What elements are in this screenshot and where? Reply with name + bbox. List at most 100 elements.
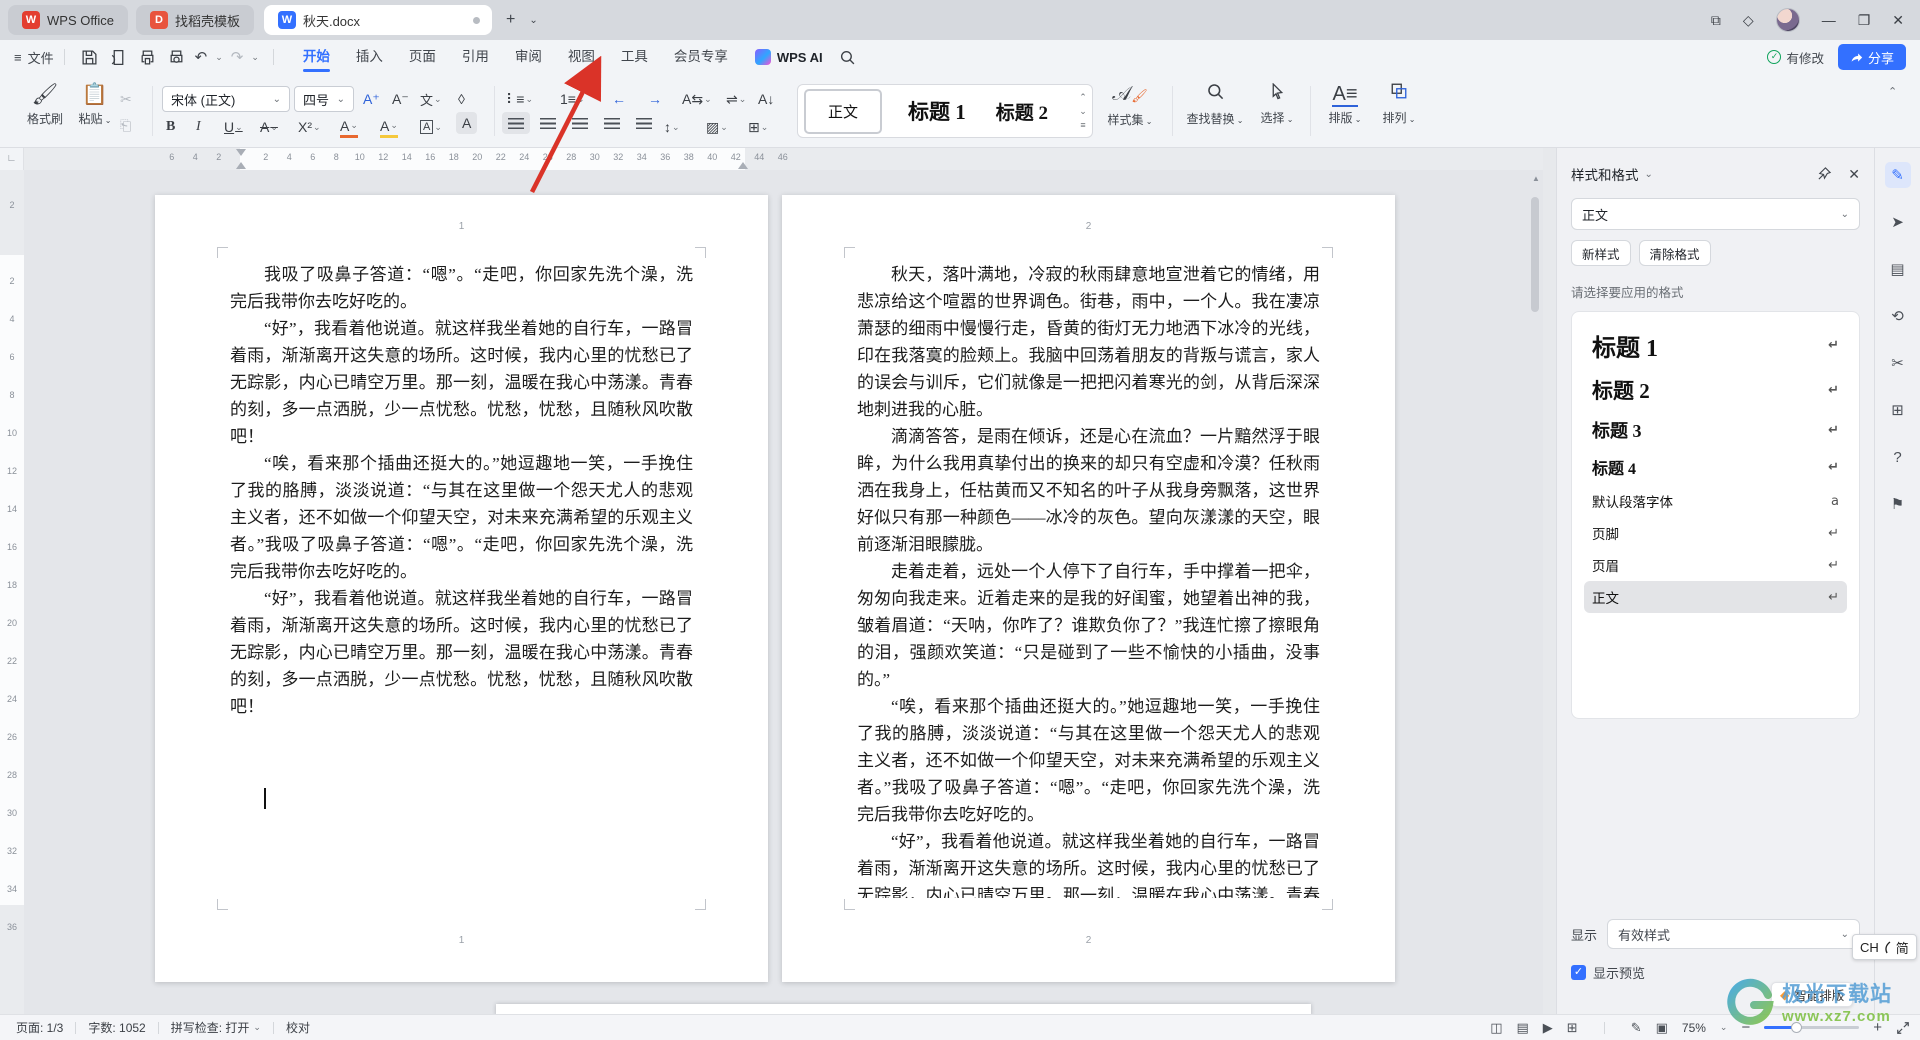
font-color-button[interactable]: A ⌄ xyxy=(340,116,358,138)
style-item-heading1[interactable]: 标题 1 ↵ xyxy=(1584,322,1847,369)
char-border-button[interactable]: A ⌄ xyxy=(420,116,442,138)
panel-title-chevron-icon[interactable]: ⌄ xyxy=(1645,169,1653,180)
file-menu[interactable]: ≡ 文件 xyxy=(14,48,54,67)
style-chip-body[interactable]: 正文 xyxy=(804,88,883,134)
new-tab-button[interactable]: + xyxy=(506,11,515,29)
tab-review[interactable]: 审阅 xyxy=(502,40,555,74)
gallery-more-icon[interactable]: ≡ xyxy=(1080,120,1085,130)
zoom-value[interactable]: 75% xyxy=(1682,1021,1706,1035)
cjk-layout-button[interactable]: ⇌ ⌄ xyxy=(726,88,746,110)
tab-references[interactable]: 引用 xyxy=(449,40,502,74)
justify-button[interactable] xyxy=(598,112,626,134)
selection-pane-icon[interactable]: ➤ xyxy=(1885,209,1911,235)
integration-cube-icon[interactable]: ◇ xyxy=(1743,12,1754,29)
right-indent-marker[interactable] xyxy=(738,162,748,169)
current-style-select[interactable]: 正文 ⌄ xyxy=(1571,198,1860,230)
gallery-down-icon[interactable]: ⌄ xyxy=(1079,106,1087,117)
tab-document-qiutian[interactable]: W 秋天.docx xyxy=(263,5,492,35)
word-count[interactable]: 字数: 1052 xyxy=(88,1019,145,1036)
tab-wps-office[interactable]: W WPS Office xyxy=(8,5,128,35)
italic-button[interactable]: I xyxy=(196,116,201,138)
tab-page[interactable]: 页面 xyxy=(396,40,449,74)
modified-status[interactable]: ✓ 有修改 xyxy=(1767,48,1824,67)
page-indicator[interactable]: 页面: 1/3 xyxy=(16,1019,63,1036)
highlight-color-button[interactable]: A ⌄ xyxy=(380,116,398,138)
font-family-select[interactable]: 宋体 (正文) ⌄ xyxy=(162,86,290,112)
eye-protect-view-icon[interactable]: ◫ xyxy=(1490,1020,1502,1036)
tab-list-chevron-icon[interactable]: ⌄ xyxy=(529,15,537,26)
tab-view[interactable]: 视图 xyxy=(555,40,608,74)
numbered-list-button[interactable]: 1≡ ⌄ xyxy=(560,88,585,110)
style-chip-heading2[interactable]: 标题 2 xyxy=(996,98,1048,125)
fullscreen-icon[interactable] xyxy=(1896,1021,1910,1035)
workspace-icon[interactable]: ⧉ xyxy=(1711,12,1721,29)
bold-button[interactable]: B xyxy=(166,116,175,138)
web-view-icon[interactable]: ⊞ xyxy=(1567,1020,1578,1036)
clear-format-button[interactable]: ◊ xyxy=(458,88,465,110)
tab-insert[interactable]: 插入 xyxy=(343,40,396,74)
styles-panel-toggle-icon[interactable]: ✎ xyxy=(1884,162,1911,188)
zoom-in-button[interactable]: + xyxy=(1873,1019,1882,1036)
superscript-button[interactable]: X² ⌄ xyxy=(298,116,321,138)
style-item-default-font[interactable]: 默认段落字体 a xyxy=(1584,485,1847,517)
phonetic-guide-button[interactable]: 文 ⌄ xyxy=(420,88,442,110)
search-icon[interactable] xyxy=(839,49,856,66)
vertical-ruler[interactable]: 2 2 4 6 8 10 12 14 16 18 20 22 24 26 28 30 32 34 36 xyxy=(0,170,24,1014)
bullet-list-button[interactable]: ⠇≡ ⌄ xyxy=(506,88,533,110)
gallery-up-icon[interactable]: ⌃ xyxy=(1079,92,1087,103)
select-button[interactable]: 选择 ⌄ xyxy=(1252,82,1302,126)
style-item-body-selected[interactable]: 正文 ↵ xyxy=(1584,581,1847,613)
new-style-button[interactable]: 新样式 xyxy=(1571,240,1631,266)
print-preview-icon[interactable] xyxy=(168,49,185,66)
history-icon[interactable]: ⟲ xyxy=(1885,303,1911,329)
feedback-icon[interactable]: ⚑ xyxy=(1885,491,1911,517)
tab-home[interactable]: 开始 xyxy=(290,40,343,74)
scrollbar-thumb[interactable] xyxy=(1531,197,1539,312)
style-chip-heading1[interactable]: 标题 1 xyxy=(908,96,966,126)
paste-special-button[interactable]: ⎗ xyxy=(120,114,131,136)
align-right-button[interactable] xyxy=(566,112,594,134)
presentation-view-icon[interactable]: ▶ xyxy=(1543,1020,1553,1036)
increase-indent-button[interactable]: → xyxy=(648,88,662,110)
style-set-button[interactable]: 𝒜🖌 样式集 ⌄ xyxy=(1102,82,1158,128)
increase-font-button[interactable]: A⁺ xyxy=(363,88,380,110)
style-item-header[interactable]: 页眉 ↵ xyxy=(1584,549,1847,581)
page-view-icon[interactable]: ▤ xyxy=(1516,1020,1528,1036)
decrease-font-button[interactable]: A⁻ xyxy=(392,88,409,110)
line-spacing-button[interactable]: ↕ ⌄ xyxy=(664,116,680,138)
zoom-slider[interactable] xyxy=(1764,1022,1860,1033)
scroll-up-icon[interactable]: ▲ xyxy=(1531,174,1541,183)
collapse-ribbon-button[interactable]: ⌃ xyxy=(1888,80,1897,102)
zoom-out-button[interactable]: − xyxy=(1741,1019,1750,1036)
undo-button[interactable]: ↶ xyxy=(195,48,208,66)
document-page-1[interactable]: 1 我吸了吸鼻子答道：“嗯”。“走吧，你回家先洗个澡，洗完后我带你去吃好吃的。 … xyxy=(155,195,768,982)
borders-button[interactable]: ⊞ ⌄ xyxy=(748,116,768,138)
style-item-heading2[interactable]: 标题 2 ↵ xyxy=(1584,369,1847,411)
tab-tools[interactable]: 工具 xyxy=(608,40,661,74)
document-scrollbar[interactable]: ▲ xyxy=(1531,174,1541,312)
clear-format-button-panel[interactable]: 清除格式 xyxy=(1638,240,1711,266)
print-icon[interactable] xyxy=(139,49,156,66)
clip-tools-icon[interactable]: ✂ xyxy=(1885,350,1911,376)
paste-button[interactable]: 📋 粘贴 ⌄ xyxy=(72,82,118,127)
spellcheck-chevron-icon[interactable]: ⌄ xyxy=(253,1022,261,1033)
panel-close-icon[interactable]: ✕ xyxy=(1848,166,1860,183)
proofing-button[interactable]: 校对 xyxy=(286,1019,310,1036)
close-button[interactable]: ✕ xyxy=(1892,12,1904,29)
zoom-slider-knob[interactable] xyxy=(1790,1022,1802,1033)
strikethrough-button[interactable]: A ⌄ xyxy=(260,116,278,138)
shading-button[interactable]: ▨ ⌄ xyxy=(706,116,728,138)
minimize-button[interactable]: — xyxy=(1822,12,1836,28)
document-page-2[interactable]: 2 秋天，落叶满地，冷寂的秋雨肆意地宣泄着它的情绪，用悲凉给这个喧嚣的世界调色。… xyxy=(782,195,1395,982)
text-direction-button[interactable]: A⇆ ⌄ xyxy=(682,88,712,110)
page-1-content[interactable]: 我吸了吸鼻子答道：“嗯”。“走吧，你回家先洗个澡，洗完后我带你去吃好吃的。 “好… xyxy=(230,261,693,898)
navigation-pane-icon[interactable]: ▤ xyxy=(1885,256,1911,282)
align-center-button[interactable] xyxy=(534,112,562,134)
grid-tools-icon[interactable]: ⊞ xyxy=(1885,397,1911,423)
redo-button[interactable]: ↷ xyxy=(231,48,244,66)
distribute-button[interactable] xyxy=(630,112,658,134)
smart-layout-button[interactable]: ◆ 智能排版 xyxy=(1771,982,1854,1007)
hanging-indent-marker[interactable] xyxy=(236,162,246,169)
tab-member[interactable]: 会员专享 xyxy=(661,40,741,74)
style-item-heading4[interactable]: 标题 4 ↵ xyxy=(1584,449,1847,485)
